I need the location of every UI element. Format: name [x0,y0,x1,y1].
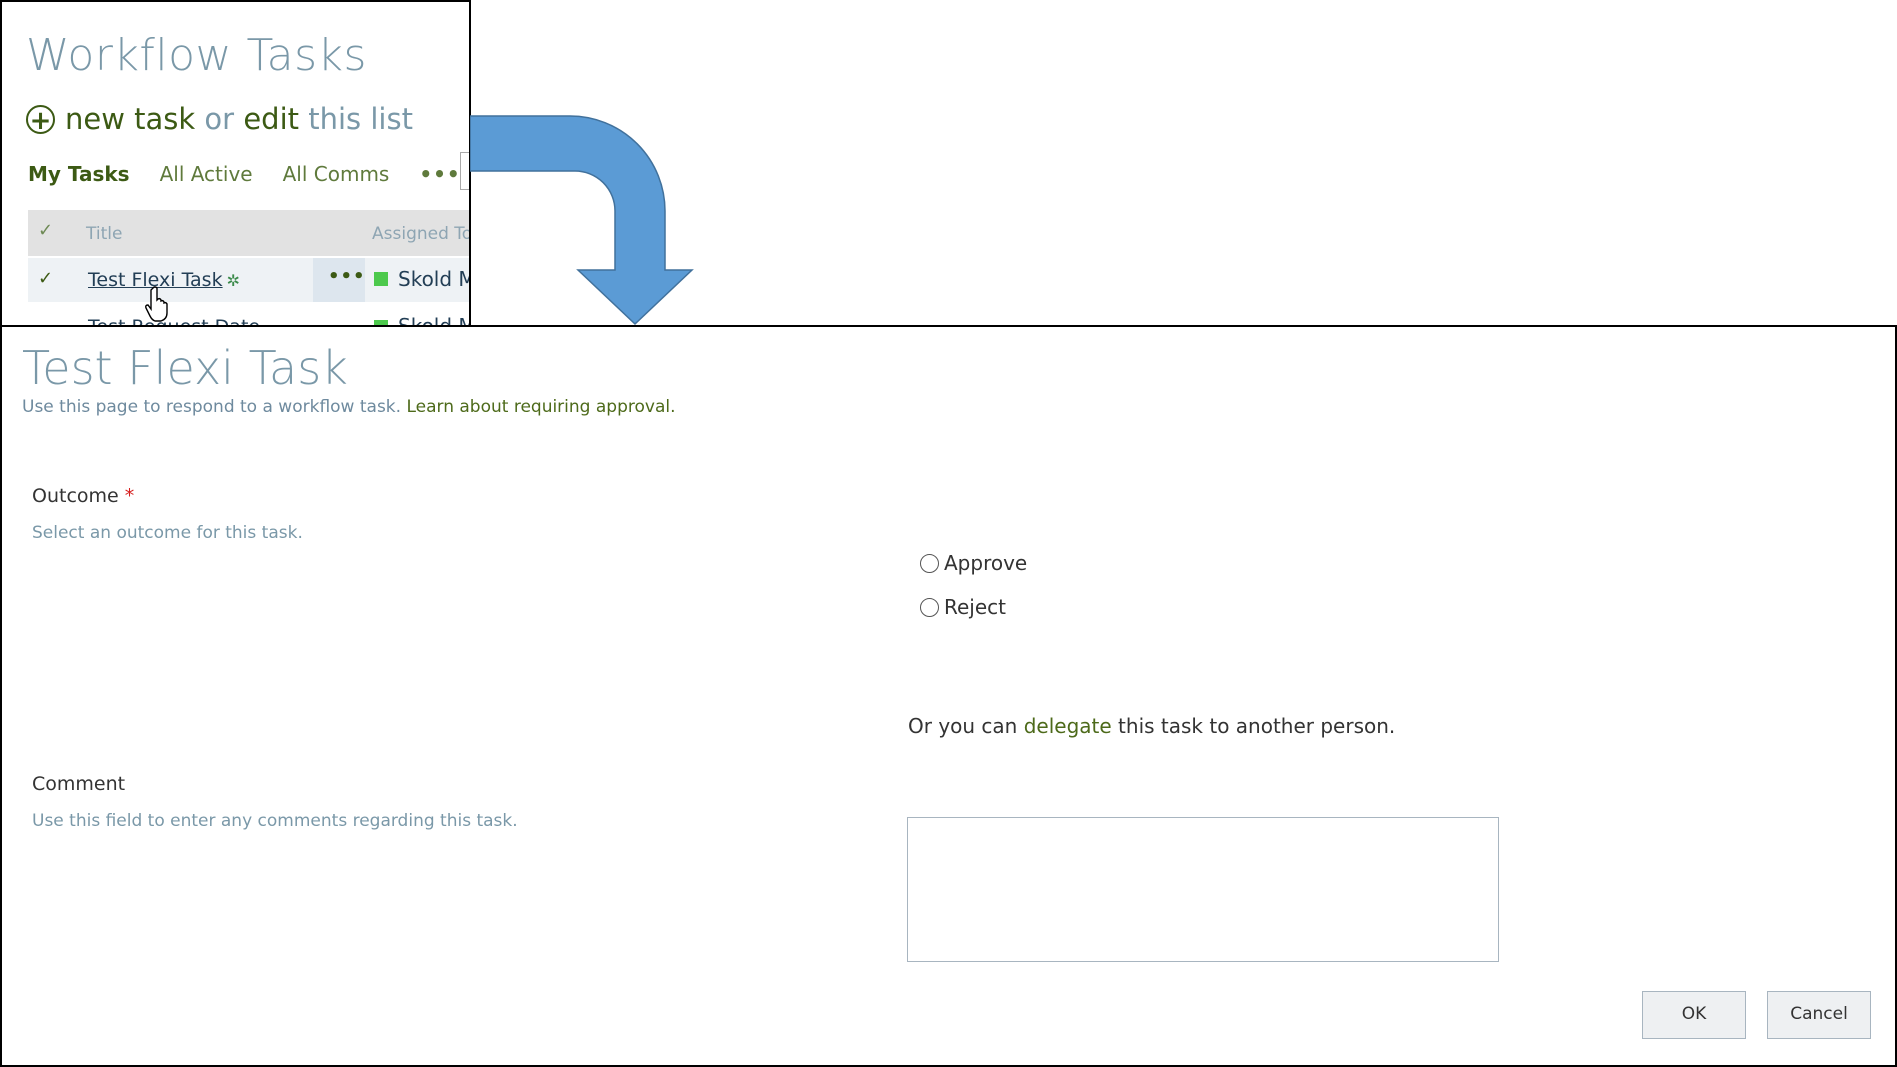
view-tab-my-tasks[interactable]: My Tasks [28,162,130,186]
delegate-line: Or you can delegate this task to another… [908,714,1395,738]
more-views-ellipsis[interactable]: ••• [419,162,460,186]
form-description: Use this page to respond to a workflow t… [22,397,676,417]
delegate-suffix: this task to another person. [1118,714,1396,738]
form-title: Test Flexi Task [22,341,348,395]
presence-icon [374,272,388,286]
list-title: Workflow Tasks [26,30,367,81]
cancel-button[interactable]: Cancel [1767,991,1871,1039]
outcome-option-approve[interactable]: Approve [920,551,1027,575]
new-task-link[interactable]: new task [65,102,195,136]
outcome-label: Outcome * [32,485,134,507]
view-tab-all-comms[interactable]: All Comms [283,162,390,186]
comment-textarea[interactable] [907,817,1499,962]
column-header-title[interactable]: Title [86,224,122,244]
outcome-description: Select an outcome for this task. [32,523,303,543]
form-description-text: Use this page to respond to a workflow t… [22,397,402,417]
select-all-check-icon[interactable]: ✓ [38,220,53,241]
task-form-panel: Test Flexi Task Use this page to respond… [0,325,1897,1067]
delegate-link[interactable]: delegate [1024,714,1112,738]
this-list-text: this list [308,102,413,136]
required-mark: * [124,485,135,507]
workflow-tasks-list-panel: Workflow Tasks + new task or edit this l… [0,0,471,326]
ok-button[interactable]: OK [1642,991,1746,1039]
delegate-prefix: Or you can [908,714,1018,738]
comment-label: Comment [32,773,126,795]
or-text: or [204,102,235,136]
learn-approval-link[interactable]: Learn about requiring approval. [406,397,675,417]
new-item-icon: ✲ [226,271,240,290]
outcome-label-text: Outcome [32,485,119,507]
comment-description: Use this field to enter any comments reg… [32,811,518,831]
reject-label[interactable]: Reject [944,595,1006,619]
assigned-to-name[interactable]: Skold M [398,267,469,291]
table-row: ✓ Test Flexi Task ✲ ••• Skold M [28,258,469,302]
item-menu-cell[interactable]: ••• [313,258,365,302]
table-row: Test Request Date Skold M [28,304,469,326]
approve-label[interactable]: Approve [944,551,1027,575]
list-header: ✓ Title Assigned To [28,210,469,256]
curved-down-arrow-icon [470,115,694,326]
view-tabs: My Tasks All Active All Comms ••• [28,162,461,186]
approve-radio[interactable] [920,553,939,573]
item-menu-ellipsis[interactable]: ••• [328,266,366,287]
new-task-row: + new task or edit this list [26,102,413,136]
outcome-option-reject[interactable]: Reject [920,595,1006,619]
edit-list-link[interactable]: edit [243,102,299,136]
add-circle-icon[interactable]: + [26,104,55,135]
reject-radio[interactable] [920,597,939,617]
row-check-icon[interactable]: ✓ [38,268,53,289]
column-header-assigned-to[interactable]: Assigned To [372,224,469,244]
view-tab-all-active[interactable]: All Active [160,162,253,186]
hand-cursor-icon [145,286,168,322]
